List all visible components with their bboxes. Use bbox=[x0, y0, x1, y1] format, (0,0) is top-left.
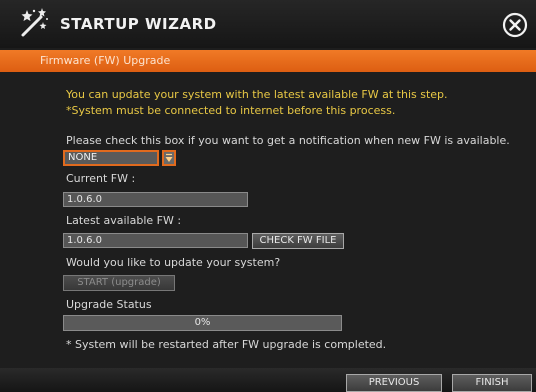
finish-button[interactable]: FINISH bbox=[452, 374, 532, 392]
intro-line-1: You can update your system with the late… bbox=[66, 88, 448, 101]
current-fw-label: Current FW : bbox=[66, 172, 136, 185]
current-fw-field: 1.0.6.0 bbox=[63, 192, 248, 207]
wizard-wand-icon bbox=[21, 8, 48, 37]
section-title: Firmware (FW) Upgrade bbox=[40, 54, 171, 67]
latest-fw-field: 1.0.6.0 bbox=[63, 233, 248, 248]
window-title: STARTUP WIZARD bbox=[60, 15, 217, 33]
update-question: Would you like to update your system? bbox=[66, 256, 281, 269]
latest-fw-label: Latest available FW : bbox=[66, 214, 182, 227]
notification-label: Please check this box if you want to get… bbox=[66, 134, 510, 147]
startup-wizard-window: STARTUP WIZARD Firmware (FW) Upgrade You… bbox=[0, 0, 536, 392]
upgrade-progress-bar: 0% bbox=[63, 315, 342, 331]
title-bar: STARTUP WIZARD bbox=[0, 0, 536, 48]
notification-select[interactable]: NONE bbox=[63, 150, 159, 166]
check-fw-file-button[interactable]: CHECK FW FILE bbox=[252, 233, 344, 249]
intro-line-2: *System must be connected to internet be… bbox=[66, 104, 396, 117]
upgrade-status-label: Upgrade Status bbox=[66, 298, 152, 311]
progress-percent: 0% bbox=[194, 317, 211, 328]
previous-button[interactable]: PREVIOUS bbox=[346, 374, 442, 392]
close-icon[interactable] bbox=[502, 12, 528, 38]
notification-dropdown-button[interactable] bbox=[162, 150, 176, 166]
start-upgrade-button[interactable]: START (upgrade) bbox=[63, 275, 175, 291]
restart-footnote: * System will be restarted after FW upgr… bbox=[66, 338, 387, 351]
chevron-down-icon bbox=[165, 153, 173, 162]
wizard-footer: PREVIOUS FINISH bbox=[0, 368, 536, 392]
section-header: Firmware (FW) Upgrade bbox=[0, 50, 536, 72]
